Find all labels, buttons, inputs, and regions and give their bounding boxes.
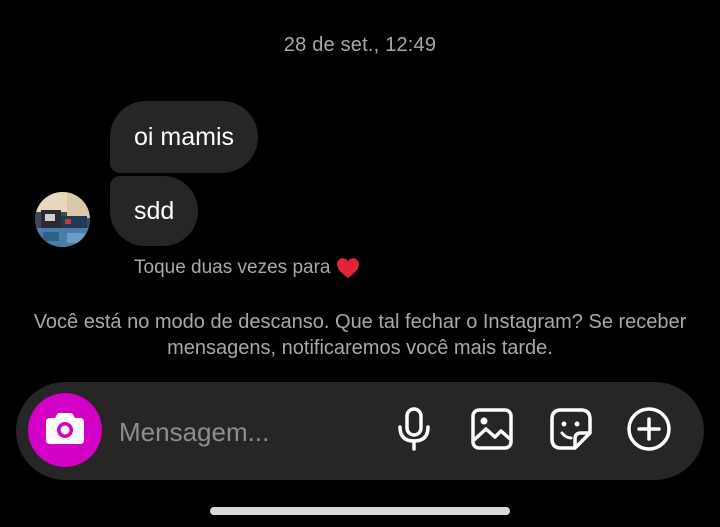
message-timestamp: 28 de set., 12:49 — [283, 34, 437, 56]
gallery-button[interactable] — [469, 407, 515, 456]
heart-icon — [336, 257, 360, 279]
message-text: oi mamis — [134, 122, 235, 151]
sender-avatar[interactable] — [35, 192, 90, 247]
camera-icon — [44, 410, 86, 451]
gallery-icon — [470, 407, 514, 456]
add-circle-icon — [626, 406, 672, 457]
microphone-icon — [396, 406, 432, 456]
add-button[interactable] — [626, 406, 672, 457]
double-tap-hint: Toque duas vezes para — [134, 257, 360, 279]
message-bubble[interactable]: oi mamis — [110, 101, 259, 173]
message-input[interactable] — [119, 412, 369, 452]
message-composer — [16, 382, 704, 480]
message-bubble[interactable]: sdd — [110, 176, 199, 246]
sticker-button[interactable] — [548, 407, 594, 456]
message-text: sdd — [134, 196, 175, 225]
sticker-icon — [549, 407, 593, 456]
rest-mode-notice: Você está no modo de descanso. Que tal f… — [33, 311, 687, 359]
home-indicator[interactable] — [210, 507, 510, 515]
double-tap-hint-text: Toque duas vezes para — [134, 257, 331, 278]
camera-button[interactable] — [28, 393, 102, 467]
microphone-button[interactable] — [391, 406, 437, 456]
